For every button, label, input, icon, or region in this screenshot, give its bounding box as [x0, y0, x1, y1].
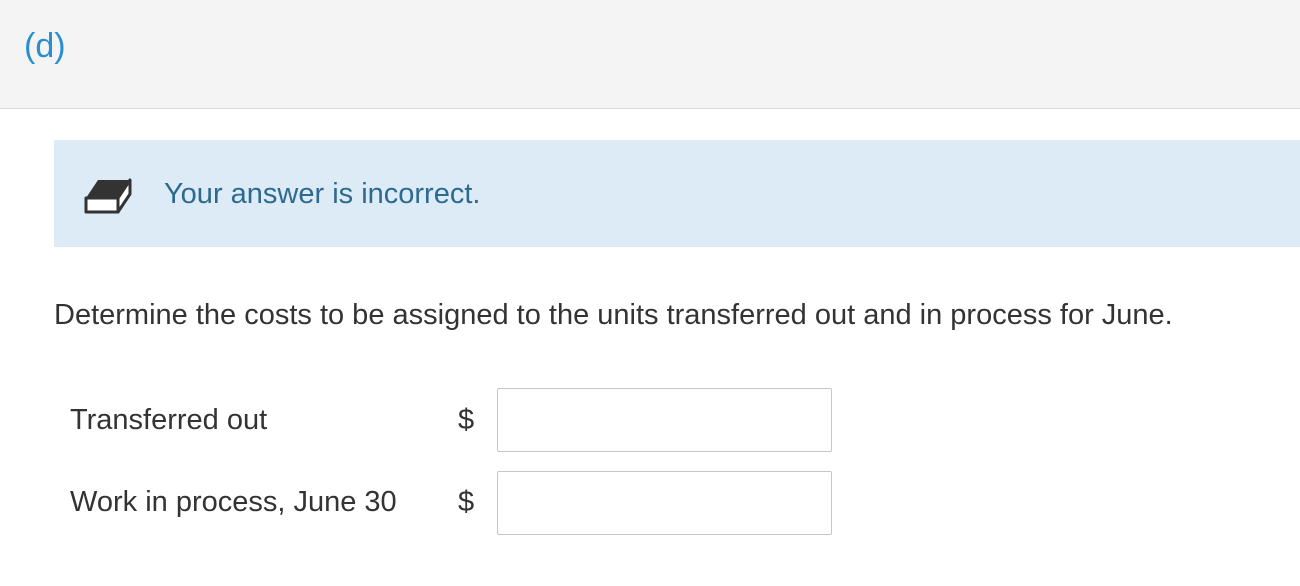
part-label: (d) [24, 27, 66, 65]
work-in-process-input[interactable] [497, 471, 832, 535]
question-page: (d) Your answer is incorrect. Determine … [0, 0, 1300, 586]
feedback-message: Your answer is incorrect. [164, 178, 481, 210]
work-in-process-currency: $ [458, 486, 475, 518]
part-header: (d) [0, 0, 1300, 109]
feedback-banner: Your answer is incorrect. [54, 140, 1300, 247]
work-in-process-label: Work in process, June 30 [70, 486, 397, 518]
transferred-out-input[interactable] [497, 388, 832, 452]
eraser-icon [84, 178, 132, 214]
transferred-out-label: Transferred out [70, 404, 268, 436]
question-prompt: Determine the costs to be assigned to th… [54, 299, 1173, 331]
transferred-out-currency: $ [458, 404, 475, 436]
